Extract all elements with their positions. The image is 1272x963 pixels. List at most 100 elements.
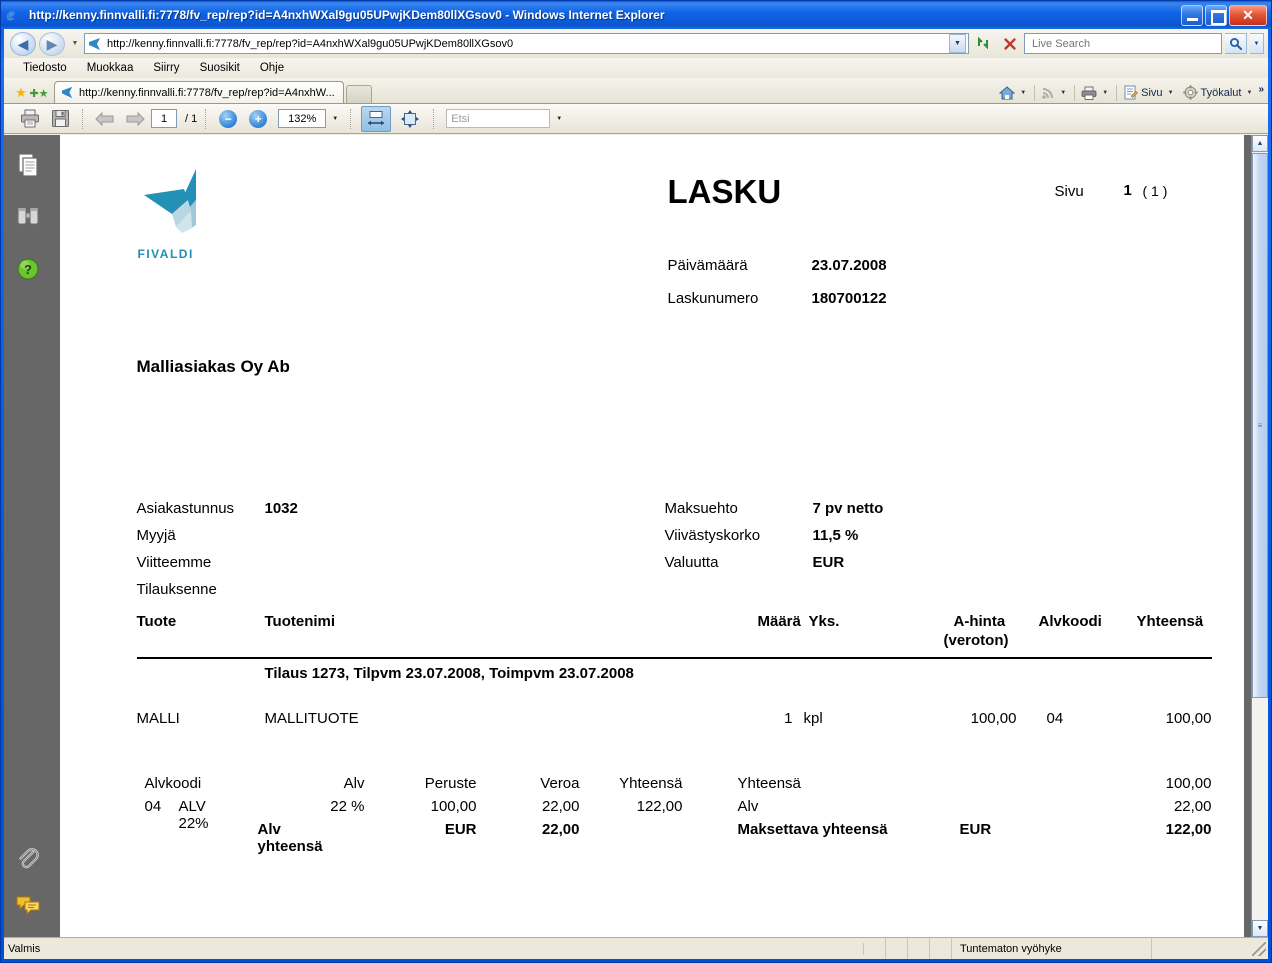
menu-item-edit[interactable]: Muokkaa: [78, 60, 143, 76]
status-security-zone[interactable]: Tuntematon vyöhyke: [952, 938, 1152, 959]
pdf-next-page-button[interactable]: [121, 107, 149, 131]
scrollbar-track[interactable]: [1252, 698, 1268, 920]
vat-footer-currency: EUR: [444, 821, 477, 838]
invoice-meta-row-number: Laskunumero 180700122: [668, 282, 887, 315]
gear-icon: [1182, 85, 1198, 100]
search-provider-dropdown-icon[interactable]: ▼: [1250, 33, 1264, 54]
menu-item-view[interactable]: Siirry: [144, 60, 188, 76]
zoom-out-icon: −: [219, 109, 238, 128]
pdf-page-total-label: / 1: [185, 112, 198, 125]
maximize-button[interactable]: [1205, 4, 1227, 26]
live-search-field[interactable]: [1030, 36, 1221, 51]
live-search-input[interactable]: [1024, 33, 1222, 54]
pdf-find-dropdown-icon[interactable]: ▼: [552, 109, 566, 128]
help-panel-icon[interactable]: ?: [14, 255, 42, 283]
resize-grip-icon[interactable]: [1252, 941, 1266, 956]
pdf-fit-page-button[interactable]: [397, 107, 423, 131]
pdf-zoom-in-button[interactable]: +: [244, 107, 272, 131]
totals-row-payable: Maksettava yhteensä EUR 122,00: [738, 821, 1212, 844]
refresh-button[interactable]: [972, 33, 995, 55]
tools-menu-button[interactable]: Työkalut ▼: [1180, 84, 1258, 101]
minimize-button[interactable]: [1181, 4, 1203, 26]
home-button[interactable]: ▼: [996, 85, 1031, 101]
pages-panel-icon[interactable]: [14, 151, 42, 179]
left-info-row-0: Asiakastunnus 1032: [137, 495, 298, 522]
totals-label-subtotal: Yhteensä: [737, 775, 801, 792]
right-info-row-1: Viivästyskorko 11,5 %: [665, 522, 884, 549]
rss-icon: [1041, 86, 1055, 100]
right-info-row-0: Maksuehto 7 pv netto: [665, 495, 884, 522]
tools-dropdown-icon[interactable]: ▼: [1244, 90, 1254, 96]
tab-active[interactable]: http://kenny.finnvalli.fi:7778/fv_rep/re…: [54, 81, 344, 103]
pdf-zoom-dropdown-icon[interactable]: ▼: [328, 109, 342, 128]
page-menu-button[interactable]: Sivu ▼: [1120, 84, 1178, 101]
pdf-save-button[interactable]: [46, 107, 74, 131]
menu-item-file[interactable]: Tiedosto: [14, 60, 76, 76]
print-dropdown-icon[interactable]: ▼: [1100, 90, 1110, 96]
page-icon: [1123, 85, 1139, 100]
overflow-chevron-icon[interactable]: »: [1258, 84, 1264, 95]
vat-header-vat: Alv: [343, 775, 365, 792]
vat-footer-amount: 22,00: [541, 821, 580, 838]
pdf-sidebar: ?: [4, 135, 52, 937]
scrollbar-thumb[interactable]: ≡: [1252, 153, 1268, 698]
left-info-key-0: Asiakastunnus: [136, 500, 235, 517]
attachments-panel-icon[interactable]: [14, 845, 42, 873]
new-tab-button[interactable]: [345, 85, 372, 103]
address-input[interactable]: http://kenny.finnvalli.fi:7778/fv_rep/re…: [84, 33, 969, 54]
address-bar-row: ◀ ▶ ▼ http://kenny.finnvalli.fi:7778/fv_…: [4, 29, 1268, 58]
stop-button[interactable]: [998, 33, 1021, 55]
add-favorite-icon[interactable]: ✚★: [29, 83, 48, 103]
vat-row-base: 100,00: [430, 798, 477, 815]
pdf-previous-page-button[interactable]: [91, 107, 119, 131]
menu-item-favorites[interactable]: Suosikit: [191, 60, 249, 76]
cell-total: 100,00: [1165, 710, 1212, 727]
pdf-viewer: ? FIVALDI LASKU Sivu 1 (1) Päivämäärä …: [4, 135, 1268, 937]
scroll-up-button[interactable]: ▲: [1252, 135, 1268, 152]
search-submit-button[interactable]: [1225, 33, 1247, 54]
pdf-print-button[interactable]: [16, 107, 44, 131]
cell-vat-code: 04: [1046, 710, 1064, 727]
forward-button[interactable]: ▶: [39, 31, 65, 56]
home-dropdown-icon[interactable]: ▼: [1018, 90, 1028, 96]
fivaldi-logo: FIVALDI: [138, 167, 228, 261]
line-table-rule: [136, 657, 1212, 659]
feeds-button[interactable]: ▼: [1038, 85, 1071, 101]
toolbar-separator-1: [82, 108, 83, 129]
feeds-dropdown-icon[interactable]: ▼: [1058, 90, 1068, 96]
right-info-value-0: 7 pv netto: [812, 500, 884, 517]
invoice-right-info: Maksuehto 7 pv netto Viivästyskorko 11,5 %…: [665, 495, 884, 576]
status-slot-4: [930, 938, 952, 959]
invoice-page-current: 1: [1123, 182, 1132, 199]
totals-label-vat: Alv: [737, 798, 759, 815]
page-dropdown-icon[interactable]: ▼: [1166, 90, 1176, 96]
cell-product-name: MALLITUOTE: [264, 710, 359, 727]
scroll-down-button[interactable]: ▼: [1252, 920, 1268, 937]
pdf-zoom-level-input[interactable]: 132%: [278, 109, 327, 128]
favorites-center-icon[interactable]: ★: [12, 83, 30, 103]
pdf-zoom-out-button[interactable]: −: [214, 107, 242, 131]
invoice-page-label: Sivu: [1054, 183, 1084, 200]
close-button[interactable]: ✕: [1229, 4, 1267, 26]
back-button[interactable]: ◀: [10, 31, 36, 56]
invoice-title: LASKU: [667, 173, 782, 210]
print-button[interactable]: ▼: [1078, 85, 1113, 101]
vat-row-code-name: ALV 22%: [178, 798, 209, 832]
right-info-key-1: Viivästyskorko: [664, 527, 761, 544]
pdf-find-input[interactable]: Etsi: [446, 109, 551, 128]
toolbar-separator-2: [205, 108, 207, 129]
cell-unit: kpl: [803, 710, 823, 727]
search-panel-icon[interactable]: [14, 203, 42, 231]
totals-value-vat: 22,00: [1173, 798, 1212, 815]
address-dropdown-icon[interactable]: ▼: [949, 34, 966, 53]
menu-item-help[interactable]: Ohje: [251, 60, 293, 76]
svg-text:?: ?: [24, 262, 32, 277]
vat-header-tax: Veroa: [540, 775, 580, 792]
pdf-page-number-input[interactable]: 1: [151, 109, 177, 128]
pdf-fit-width-button[interactable]: [361, 105, 392, 132]
vertical-scrollbar[interactable]: ▲ ≡ ▼: [1251, 135, 1268, 937]
close-icon: ✕: [1242, 7, 1254, 23]
history-dropdown-icon[interactable]: ▼: [69, 34, 81, 54]
left-info-value-0: 1032: [264, 500, 298, 517]
comments-panel-icon[interactable]: [14, 891, 42, 919]
